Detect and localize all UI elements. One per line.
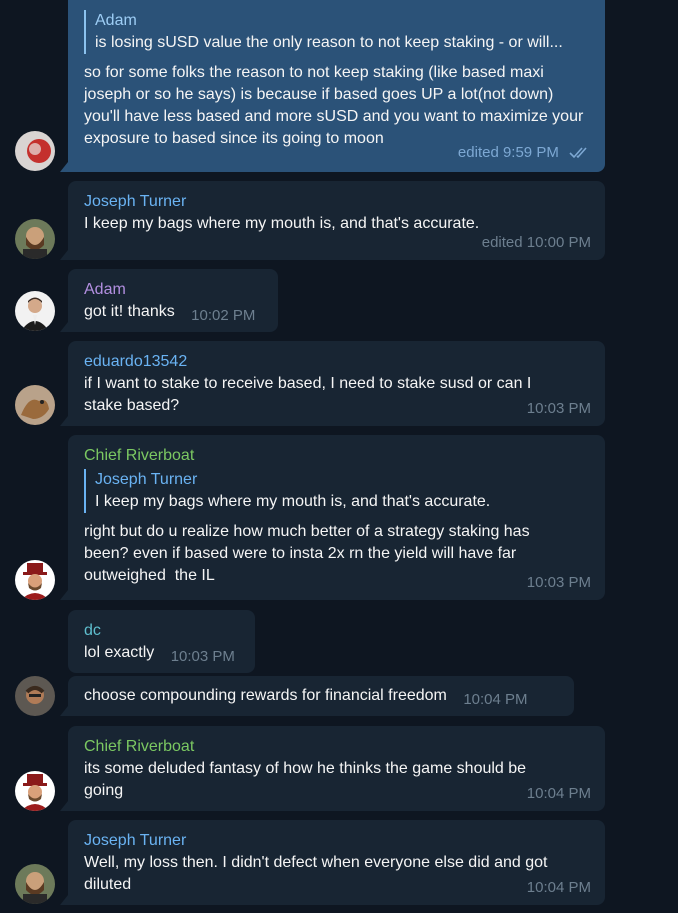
message-text: choose compounding rewards for financial… [84,687,447,704]
sender-name[interactable]: Chief Riverboat [84,445,589,467]
avatar[interactable] [15,291,55,331]
message-text: lol exactly [84,644,155,661]
message-text: right but do u realize how much better o… [84,523,535,584]
reply-sender-name: Joseph Turner [95,471,198,488]
avatar[interactable] [15,385,55,425]
reply-preview[interactable]: Adam is losing sUSD value the only reaso… [84,10,589,54]
avatar[interactable] [15,864,55,904]
reply-text: is losing sUSD value the only reason to … [95,34,563,51]
message-text: Well, my loss then. I didn't defect when… [84,854,552,893]
reply-preview[interactable]: Joseph Turner I keep my bags where my mo… [84,469,589,513]
message-time: 10:04 PM [526,785,591,802]
reply-sender-name: Adam [95,12,137,29]
message-bubble[interactable]: Chief Riverboat its some deluded fantasy… [60,726,605,811]
sender-name[interactable]: Chief Riverboat [84,736,589,758]
message-time: edited 9:59 PM [458,144,591,164]
sender-name[interactable]: Joseph Turner [84,830,589,852]
message-bubble[interactable]: Joseph Turner I keep my bags where my mo… [60,181,605,260]
message-bubble[interactable]: eduardo13542 if I want to stake to recei… [60,341,605,426]
avatar[interactable] [15,676,55,716]
message-text: got it! thanks [84,303,175,320]
reply-text: I keep my bags where my mouth is, and th… [95,493,491,510]
sender-name[interactable]: Joseph Turner [84,191,589,213]
message-timestamp: edited 9:59 PM [457,144,559,161]
message-bubble[interactable]: Joseph Turner Well, my loss then. I didn… [60,820,605,905]
avatar[interactable] [15,560,55,600]
message-time: edited 10:00 PM [481,234,591,251]
message-time: 10:03 PM [170,648,235,665]
message-time: 10:03 PM [526,400,591,417]
sender-name[interactable]: Adam [84,279,262,301]
double-check-icon [569,146,591,164]
message-text: I keep my bags where my mouth is, and th… [84,215,480,232]
message-bubble[interactable]: Chief Riverboat Joseph Turner I keep my … [60,435,605,600]
message-bubble[interactable]: Adam is losing sUSD value the only reaso… [60,0,605,172]
message-time: 10:04 PM [463,691,528,708]
message-time: 10:04 PM [526,879,591,896]
message-text: so for some folks the reason to not keep… [84,64,588,147]
message-text: if I want to stake to receive based, I n… [84,375,536,414]
message-time: 10:02 PM [191,307,256,324]
sender-name[interactable]: dc [84,620,239,642]
message-bubble[interactable]: dc lol exactly 10:03 PM [68,610,255,673]
avatar[interactable] [15,219,55,259]
message-bubble[interactable]: choose compounding rewards for financial… [60,676,574,716]
avatar[interactable] [15,771,55,811]
message-time: 10:03 PM [526,574,591,591]
sender-name[interactable]: eduardo13542 [84,351,589,373]
avatar[interactable] [15,131,55,171]
message-text: its some deluded fantasy of how he think… [84,760,531,799]
message-bubble[interactable]: Adam got it! thanks 10:02 PM [60,269,278,332]
